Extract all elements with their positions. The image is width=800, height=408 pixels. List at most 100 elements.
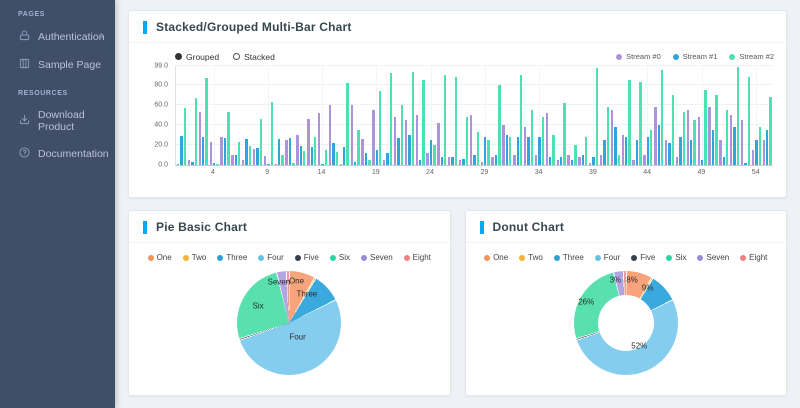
- legend-item-two[interactable]: Two: [519, 253, 543, 262]
- bar-stream-2[interactable]: [216, 164, 218, 165]
- bar-stream-2[interactable]: [574, 145, 576, 165]
- bar-stream-1[interactable]: [224, 138, 226, 165]
- bar-stream-0[interactable]: [546, 113, 548, 165]
- bar-stream-2[interactable]: [227, 112, 229, 165]
- bar-stream-0[interactable]: [535, 155, 537, 165]
- bar-stream-0[interactable]: [513, 155, 515, 165]
- bar-stream-0[interactable]: [459, 160, 461, 165]
- bar-stream-0[interactable]: [437, 123, 439, 165]
- bar-stream-0[interactable]: [340, 164, 342, 165]
- bar-stream-0[interactable]: [557, 160, 559, 165]
- bar-stream-1[interactable]: [245, 139, 247, 165]
- bar-stream-1[interactable]: [462, 159, 464, 165]
- bar-stream-2[interactable]: [661, 70, 663, 165]
- bar-stream-0[interactable]: [600, 155, 602, 165]
- bar-stream-2[interactable]: [412, 72, 414, 165]
- legend-item-four[interactable]: Four: [595, 253, 620, 262]
- bar-stream-0[interactable]: [611, 110, 613, 165]
- bar-stream-0[interactable]: [481, 162, 483, 165]
- bar-stream-2[interactable]: [368, 160, 370, 165]
- bar-stream-2[interactable]: [314, 137, 316, 165]
- bar-stream-2[interactable]: [618, 155, 620, 165]
- bar-stream-1[interactable]: [755, 140, 757, 165]
- bar-stream-2[interactable]: [715, 95, 717, 165]
- bar-stream-1[interactable]: [202, 137, 204, 165]
- bar-stream-0[interactable]: [372, 110, 374, 165]
- legend-item-six[interactable]: Six: [666, 253, 686, 262]
- bar-stream-2[interactable]: [205, 78, 207, 165]
- legend-item-stream-2[interactable]: Stream #2: [729, 52, 774, 61]
- legend-item-two[interactable]: Two: [183, 253, 207, 262]
- bar-stream-2[interactable]: [303, 151, 305, 165]
- bar-stream-0[interactable]: [188, 160, 190, 165]
- bar-stream-2[interactable]: [336, 152, 338, 165]
- bar-stream-2[interactable]: [195, 98, 197, 165]
- bar-stream-0[interactable]: [448, 157, 450, 165]
- legend-item-eight[interactable]: Eight: [404, 253, 431, 262]
- bar-stream-1[interactable]: [592, 157, 594, 165]
- bar-stream-0[interactable]: [285, 140, 287, 165]
- bar-stream-1[interactable]: [484, 137, 486, 165]
- bar-stream-2[interactable]: [542, 117, 544, 165]
- bar-stream-1[interactable]: [625, 137, 627, 165]
- bar-stream-1[interactable]: [766, 130, 768, 165]
- bar-stream-0[interactable]: [264, 156, 266, 165]
- legend-item-five[interactable]: Five: [295, 253, 319, 262]
- legend-item-five[interactable]: Five: [631, 253, 655, 262]
- bar-stream-2[interactable]: [292, 163, 294, 165]
- bar-stream-2[interactable]: [271, 102, 273, 165]
- bar-stream-1[interactable]: [560, 157, 562, 165]
- sidebar-item-documentation[interactable]: Documentation: [0, 140, 115, 168]
- bar-stream-2[interactable]: [585, 137, 587, 165]
- bar-stream-1[interactable]: [300, 146, 302, 165]
- bar-stream-2[interactable]: [628, 80, 630, 165]
- bar-stream-1[interactable]: [679, 137, 681, 165]
- bar-stream-1[interactable]: [636, 140, 638, 165]
- bar-stream-1[interactable]: [506, 135, 508, 165]
- bar-stream-0[interactable]: [622, 135, 624, 165]
- bar-stream-2[interactable]: [607, 107, 609, 165]
- bar-stream-2[interactable]: [563, 103, 565, 165]
- bar-stream-2[interactable]: [184, 108, 186, 165]
- bar-stream-2[interactable]: [672, 95, 674, 165]
- bar-stream-1[interactable]: [582, 155, 584, 165]
- bar-stream-1[interactable]: [343, 147, 345, 165]
- bar-stream-0[interactable]: [199, 112, 201, 165]
- bar-stream-2[interactable]: [390, 73, 392, 165]
- bar-stream-1[interactable]: [603, 140, 605, 165]
- bar-stream-0[interactable]: [763, 140, 765, 165]
- bar-stream-1[interactable]: [668, 143, 670, 165]
- bar-stream-0[interactable]: [676, 157, 678, 165]
- bar-stream-1[interactable]: [712, 130, 714, 165]
- bar-stream-2[interactable]: [260, 119, 262, 165]
- bar-stream-2[interactable]: [726, 110, 728, 165]
- sidebar-item-download-product[interactable]: Download Product: [0, 102, 115, 140]
- bar-stream-2[interactable]: [683, 112, 685, 165]
- bar-stream-2[interactable]: [759, 127, 761, 165]
- bar-stream-1[interactable]: [495, 155, 497, 165]
- bar-stream-0[interactable]: [698, 117, 700, 165]
- bar-stream-0[interactable]: [578, 157, 580, 165]
- bar-stream-1[interactable]: [419, 160, 421, 165]
- radio-grouped[interactable]: Grouped: [175, 52, 219, 62]
- bar-stream-0[interactable]: [253, 149, 255, 165]
- bar-stream-0[interactable]: [307, 119, 309, 165]
- bar-stream-2[interactable]: [444, 75, 446, 165]
- bar-stream-1[interactable]: [256, 148, 258, 165]
- legend-item-four[interactable]: Four: [258, 253, 283, 262]
- bar-stream-2[interactable]: [650, 130, 652, 165]
- bar-stream-1[interactable]: [441, 157, 443, 165]
- bar-stream-1[interactable]: [430, 140, 432, 165]
- bar-stream-0[interactable]: [491, 157, 493, 165]
- bar-stream-0[interactable]: [318, 113, 320, 165]
- bar-stream-1[interactable]: [354, 162, 356, 165]
- bar-stream-0[interactable]: [416, 115, 418, 165]
- bar-stream-0[interactable]: [231, 155, 233, 165]
- bar-stream-1[interactable]: [278, 139, 280, 165]
- bar-stream-1[interactable]: [332, 143, 334, 165]
- bar-stream-1[interactable]: [267, 164, 269, 165]
- bar-stream-1[interactable]: [311, 147, 313, 165]
- bar-stream-1[interactable]: [397, 138, 399, 165]
- bar-stream-0[interactable]: [687, 110, 689, 165]
- bar-stream-1[interactable]: [473, 155, 475, 165]
